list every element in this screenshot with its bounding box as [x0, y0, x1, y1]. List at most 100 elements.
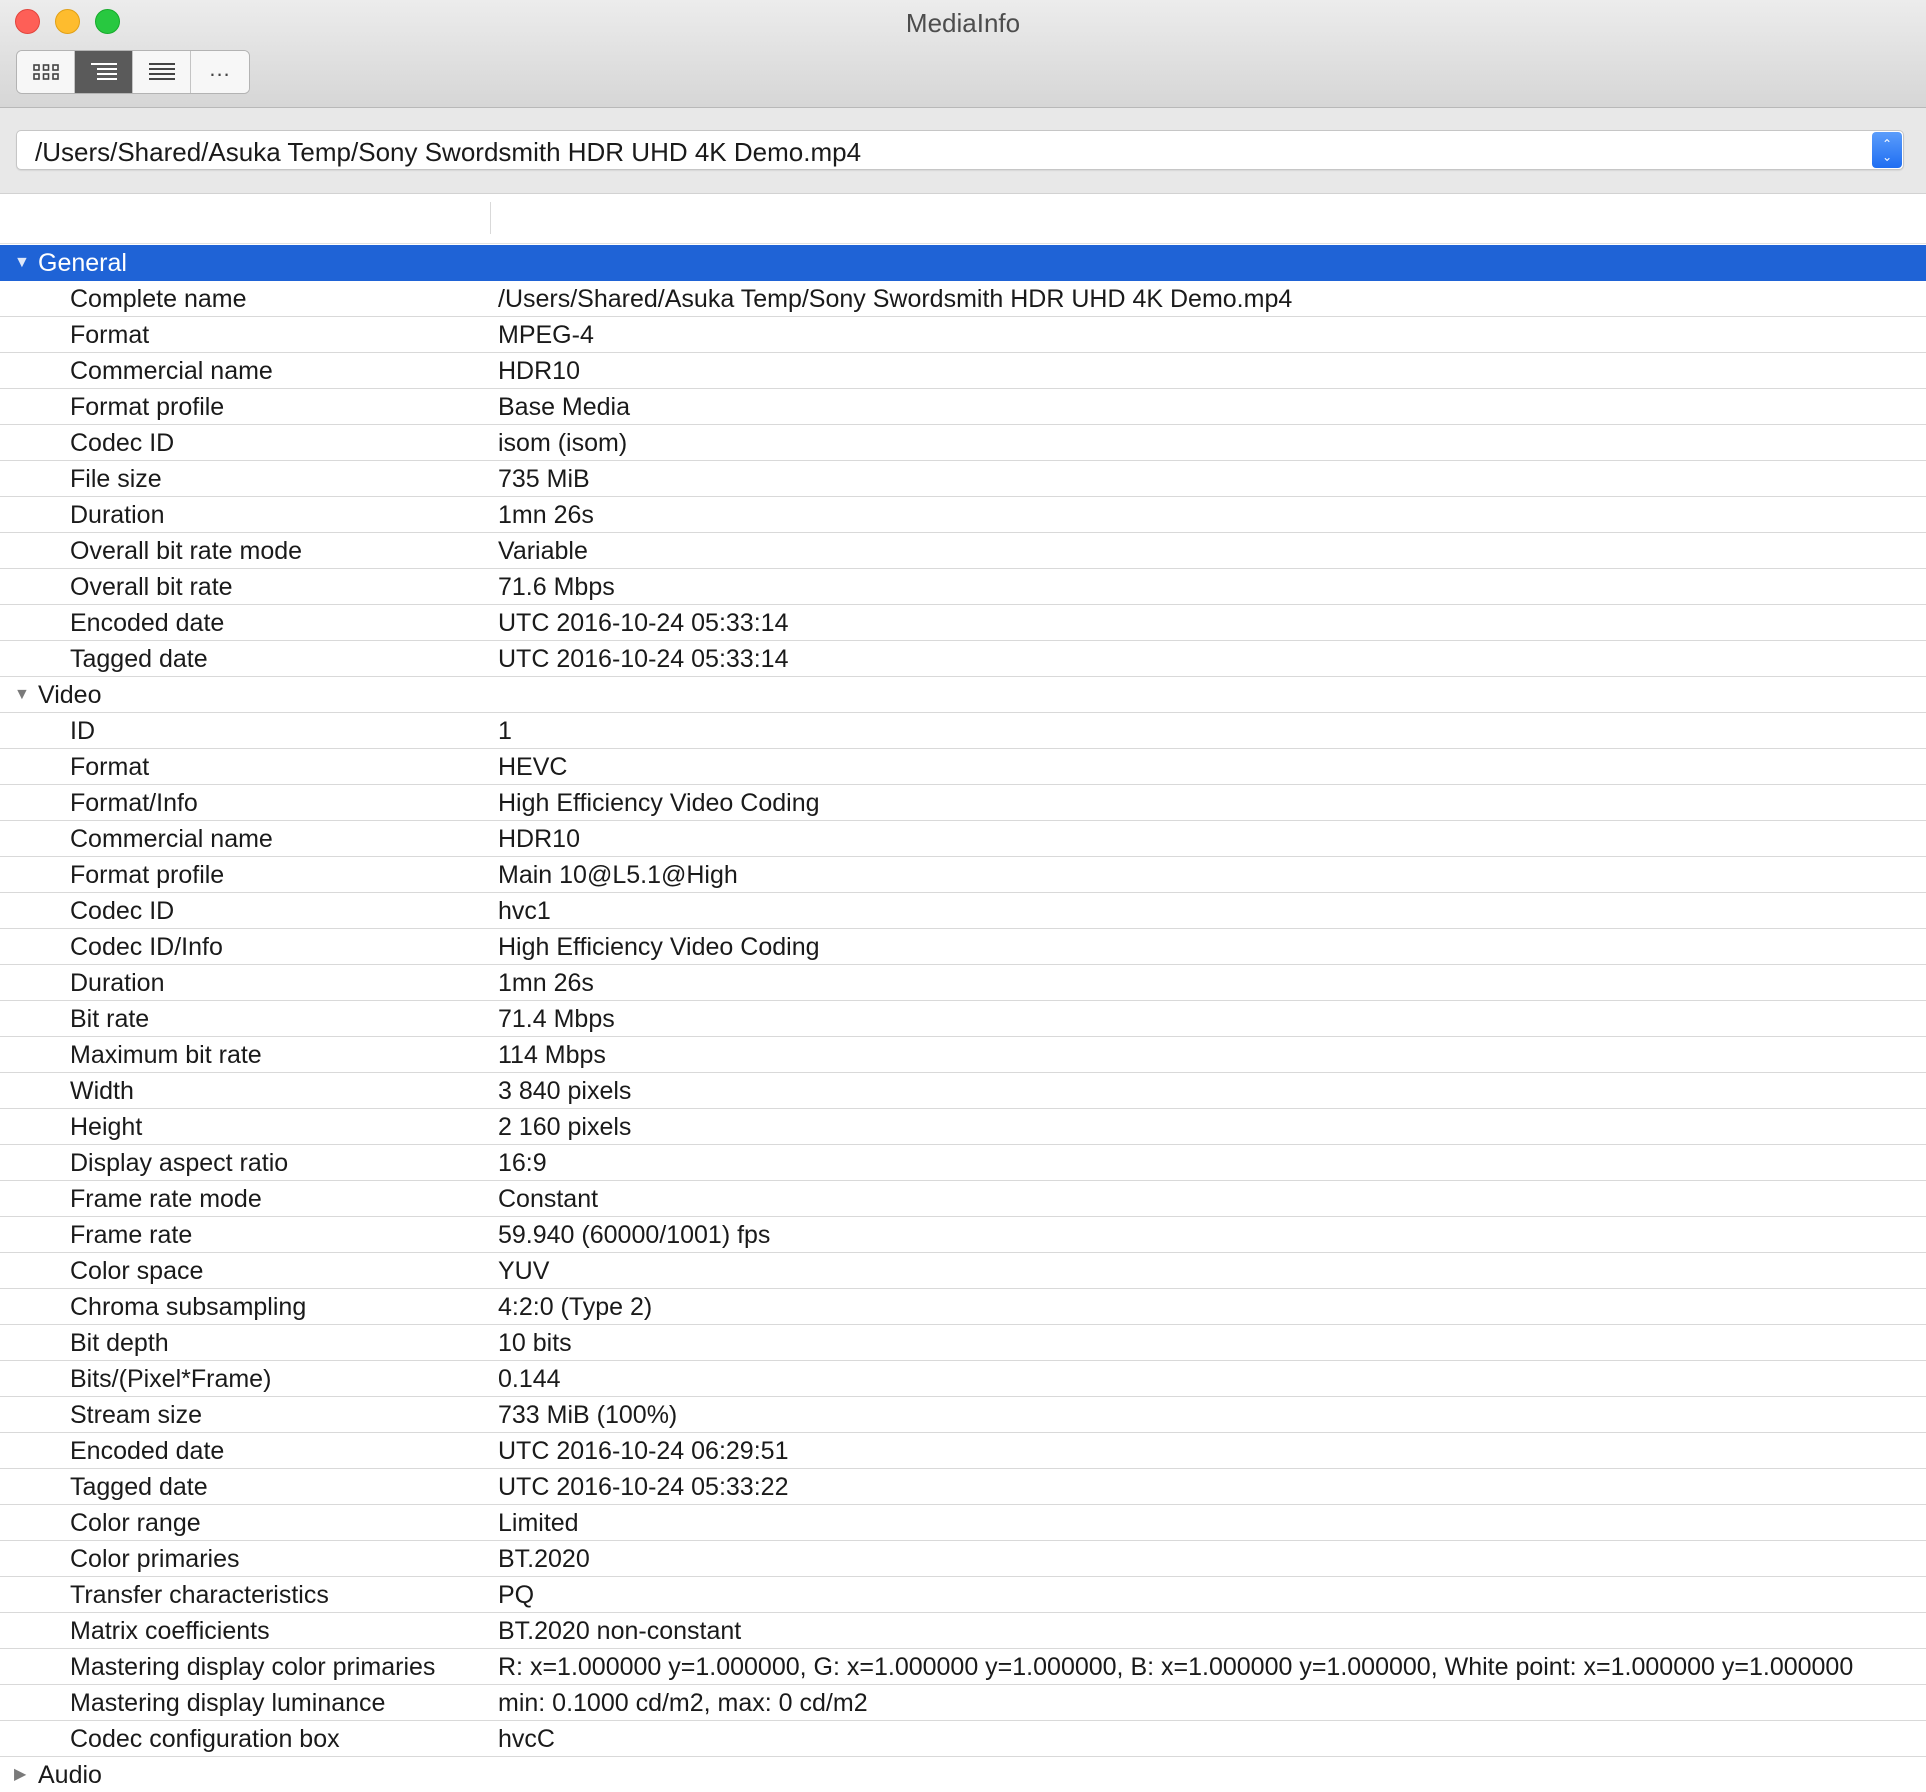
table-row[interactable]: Mastering display color primaries R: x=1.…: [0, 1649, 1926, 1685]
table-row[interactable]: Format MPEG-4: [0, 317, 1926, 353]
row-key: Encoded date: [70, 1437, 225, 1465]
disclosure-expanded-icon[interactable]: ▼: [14, 254, 32, 272]
table-row[interactable]: Transfer characteristics PQ: [0, 1577, 1926, 1613]
table-row[interactable]: Format HEVC: [0, 749, 1926, 785]
table-row[interactable]: Bit rate 71.4 Mbps: [0, 1001, 1926, 1037]
table-row[interactable]: Overall bit rate 71.6 Mbps: [0, 569, 1926, 605]
row-value: High Efficiency Video Coding: [498, 933, 820, 961]
row-key: Chroma subsampling: [70, 1293, 307, 1321]
grid-view-button[interactable]: [17, 51, 75, 93]
info-tree: ▼ General Complete name/Users/Shared/Asu…: [0, 245, 1926, 1792]
table-row[interactable]: Duration 1mn 26s: [0, 965, 1926, 1001]
more-views-button[interactable]: ...: [191, 51, 249, 93]
window-title: MediaInfo: [905, 8, 1021, 38]
grid-icon: [32, 64, 59, 80]
row-key: Codec configuration box: [70, 1725, 340, 1753]
row-value: hvc1: [498, 897, 551, 925]
table-row[interactable]: Codec configuration box hvcC: [0, 1721, 1926, 1757]
row-key: Codec ID/Info: [70, 933, 223, 961]
row-key: Width: [70, 1077, 134, 1105]
disclosure-expanded-icon[interactable]: ▼: [14, 686, 32, 704]
table-row[interactable]: Color space YUV: [0, 1253, 1926, 1289]
row-value: Base Media: [498, 393, 631, 421]
row-value: HDR10: [498, 825, 580, 853]
row-key: Overall bit rate mode: [70, 537, 303, 565]
section-audio[interactable]: ▶ Audio: [0, 1757, 1926, 1792]
tree-view-button[interactable]: [75, 51, 133, 93]
table-row[interactable]: Complete name/Users/Shared/Asuka Temp/So…: [0, 281, 1926, 317]
row-key: Format: [70, 753, 150, 781]
table-row[interactable]: Codec ID isom (isom): [0, 425, 1926, 461]
table-row[interactable]: Stream size 733 MiB (100%): [0, 1397, 1926, 1433]
table-row[interactable]: Matrix coefficients BT.2020 non-constant: [0, 1613, 1926, 1649]
row-value: /Users/Shared/Asuka Temp/Sony Swordsmith…: [498, 285, 1293, 313]
table-row[interactable]: Format/Info High Efficiency Video Coding: [0, 785, 1926, 821]
column-divider[interactable]: [490, 202, 491, 234]
row-value: UTC 2016-10-24 05:33:22: [498, 1473, 789, 1501]
table-row[interactable]: Codec ID hvc1: [0, 893, 1926, 929]
row-key: Frame rate: [70, 1221, 193, 1249]
view-mode-segmented-control: ...: [16, 50, 250, 94]
row-value: UTC 2016-10-24 06:29:51: [498, 1437, 789, 1465]
row-value: 71.4 Mbps: [498, 1005, 615, 1033]
table-row[interactable]: Codec ID/Info High Efficiency Video Codin…: [0, 929, 1926, 965]
row-value: Variable: [498, 537, 588, 565]
row-key: Mastering display color primaries: [70, 1653, 436, 1681]
table-row[interactable]: Format profile Base Media: [0, 389, 1926, 425]
table-row[interactable]: Tagged date UTC 2016-10-24 05:33:22: [0, 1469, 1926, 1505]
file-path-popup[interactable]: /Users/Shared/Asuka Temp/Sony Swordsmith…: [16, 130, 1904, 170]
row-value: 71.6 Mbps: [498, 573, 615, 601]
table-row[interactable]: Format profile Main 10@L5.1@High: [0, 857, 1926, 893]
file-path-value: /Users/Shared/Asuka Temp/Sony Swordsmith…: [35, 137, 862, 167]
table-row[interactable]: Frame rate 59.940 (60000/1001) fps: [0, 1217, 1926, 1253]
up-down-chevron-icon[interactable]: ⌃ ⌃: [1872, 132, 1902, 168]
section-label: Audio: [38, 1761, 102, 1789]
table-row[interactable]: Chroma subsampling 4:2:0 (Type 2): [0, 1289, 1926, 1325]
table-row[interactable]: Mastering display luminance min: 0.1000 c…: [0, 1685, 1926, 1721]
text-list-icon: [148, 63, 175, 80]
table-row[interactable]: Bits/(Pixel*Frame) 0.144: [0, 1361, 1926, 1397]
row-key: Frame rate mode: [70, 1185, 262, 1213]
table-row[interactable]: Encoded date UTC 2016-10-24 06:29:51: [0, 1433, 1926, 1469]
table-row[interactable]: Encoded date UTC 2016-10-24 05:33:14: [0, 605, 1926, 641]
row-value: 4:2:0 (Type 2): [498, 1293, 653, 1321]
row-value: R: x=1.000000 y=1.000000, G: x=1.000000 …: [498, 1653, 1854, 1681]
row-key: Format profile: [70, 861, 225, 889]
table-row[interactable]: Overall bit rate mode Variable: [0, 533, 1926, 569]
row-key: Commercial name: [70, 825, 273, 853]
row-value: min: 0.1000 cd/m2, max: 0 cd/m2: [498, 1689, 868, 1717]
table-row[interactable]: ID 1: [0, 713, 1926, 749]
row-key: Format: [70, 321, 150, 349]
table-row[interactable]: Commercial name HDR10: [0, 821, 1926, 857]
table-row[interactable]: Bit depth 10 bits: [0, 1325, 1926, 1361]
table-row[interactable]: Frame rate mode Constant: [0, 1181, 1926, 1217]
section-video[interactable]: ▼ Video: [0, 677, 1926, 713]
table-row[interactable]: Width 3 840 pixels: [0, 1073, 1926, 1109]
row-value: High Efficiency Video Coding: [498, 789, 820, 817]
row-value: Main 10@L5.1@High: [498, 861, 738, 889]
general-rows: Complete name/Users/Shared/Asuka Temp/So…: [0, 281, 1926, 677]
row-value: 3 840 pixels: [498, 1077, 632, 1105]
table-row[interactable]: Color range Limited: [0, 1505, 1926, 1541]
text-view-button[interactable]: [133, 51, 191, 93]
table-row[interactable]: Commercial name HDR10: [0, 353, 1926, 389]
row-value: Constant: [498, 1185, 599, 1213]
row-key: Duration: [70, 501, 165, 529]
table-row[interactable]: Maximum bit rate 114 Mbps: [0, 1037, 1926, 1073]
section-general[interactable]: ▼ General: [0, 245, 1926, 281]
table-row[interactable]: Duration 1mn 26s: [0, 497, 1926, 533]
row-value: 2 160 pixels: [498, 1113, 632, 1141]
disclosure-collapsed-icon[interactable]: ▶: [14, 1766, 32, 1784]
section-label: Video: [38, 681, 102, 709]
table-row[interactable]: Tagged date UTC 2016-10-24 05:33:14: [0, 641, 1926, 677]
column-header: [0, 194, 1926, 244]
row-key: Format profile: [70, 393, 225, 421]
row-value: Limited: [498, 1509, 579, 1537]
row-value: 0.144: [498, 1365, 561, 1393]
table-row[interactable]: Height 2 160 pixels: [0, 1109, 1926, 1145]
table-row[interactable]: Color primaries BT.2020: [0, 1541, 1926, 1577]
title-bar: MediaInfo ...: [0, 0, 1926, 108]
table-row[interactable]: Display aspect ratio 16:9: [0, 1145, 1926, 1181]
row-value: UTC 2016-10-24 05:33:14: [498, 645, 789, 673]
table-row[interactable]: File size 735 MiB: [0, 461, 1926, 497]
